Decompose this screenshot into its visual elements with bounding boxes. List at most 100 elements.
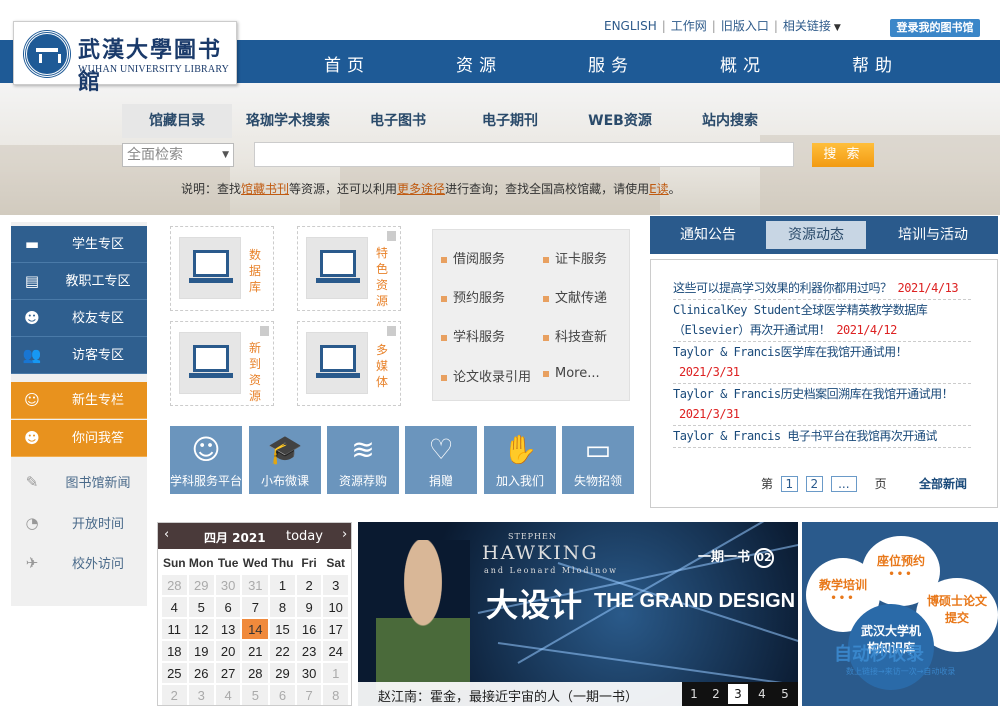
calendar-day[interactable]: 17: [323, 619, 348, 639]
news-item[interactable]: Taylor & Francis历史档案回溯库在我馆开通试用！ 2021/3/31: [673, 384, 971, 426]
calendar-day[interactable]: 28: [242, 663, 269, 683]
calendar-day-today[interactable]: 14: [242, 619, 269, 639]
calendar-day[interactable]: 26: [188, 663, 214, 683]
calendar-day[interactable]: 16: [296, 619, 322, 639]
nav-help[interactable]: 帮助: [852, 51, 898, 76]
calendar-day[interactable]: 8: [270, 597, 295, 617]
sidebar-item-library-news[interactable]: ✎ 图书馆新闻: [11, 464, 147, 504]
news-item[interactable]: Taylor & Francis 电子书平台在我馆再次开通试: [673, 426, 971, 448]
calendar-day[interactable]: 24: [323, 641, 348, 661]
quick-subject-platform[interactable]: ☺ 学科服务平台: [170, 426, 242, 494]
resource-multimedia[interactable]: 多媒体: [297, 321, 401, 406]
nav-services[interactable]: 服务: [588, 51, 634, 76]
news-item[interactable]: 这些可以提高学习效果的利器你都用过吗？ 2021/4/13: [673, 278, 971, 300]
search-input[interactable]: [254, 142, 794, 167]
search-button[interactable]: 搜 索: [812, 143, 874, 167]
library-logo[interactable]: 武漢大學圖书館 WUHAN UNIVERSITY LIBRARY: [13, 21, 237, 95]
calendar-day[interactable]: 13: [215, 619, 241, 639]
calendar-day[interactable]: 21: [242, 641, 269, 661]
sidebar-item-offcampus[interactable]: ✈ 校外访问: [11, 545, 147, 585]
tab-training[interactable]: 培训与活动: [874, 221, 992, 249]
tab-luojia-search[interactable]: 珞珈学术搜索: [234, 104, 342, 138]
sidebar-item-alumni[interactable]: ☻ 校友专区: [11, 300, 147, 337]
resource-special[interactable]: 特色资源: [297, 226, 401, 311]
calendar-day[interactable]: 9: [296, 597, 322, 617]
calendar-day[interactable]: 3: [323, 575, 348, 595]
slide-dot[interactable]: 2: [706, 684, 726, 704]
calendar-day[interactable]: 29: [270, 663, 295, 683]
link-old-version[interactable]: 旧版入口: [721, 19, 769, 33]
service-document-delivery[interactable]: 文献传递: [543, 287, 607, 306]
calendar-day[interactable]: 2: [296, 575, 322, 595]
news-title[interactable]: Taylor & Francis医学库在我馆开通试用！: [673, 345, 908, 359]
calendar-day[interactable]: 5: [188, 597, 214, 617]
news-item[interactable]: ClinicalKey Student全球医学精英教学数据库（Elsevier）…: [673, 300, 971, 342]
tab-ejournals[interactable]: 电子期刊: [462, 104, 558, 138]
calendar-day[interactable]: 15: [270, 619, 295, 639]
news-title[interactable]: Taylor & Francis历史档案回溯库在我馆开通试用！: [673, 387, 954, 401]
link-related[interactable]: 相关链接: [783, 19, 831, 33]
sidebar-item-visitors[interactable]: 👥 访客专区: [11, 337, 147, 374]
service-novelty-search[interactable]: 科技查新: [543, 326, 607, 345]
service-borrowing[interactable]: 借阅服务: [441, 248, 505, 267]
link-more-ways[interactable]: 更多途径: [397, 182, 445, 196]
sidebar-item-freshman[interactable]: ☺ 新生专栏: [11, 382, 147, 419]
resource-databases[interactable]: 数据库: [170, 226, 274, 311]
page-link[interactable]: 1: [780, 476, 798, 492]
next-month-icon[interactable]: ›: [342, 527, 347, 542]
quick-recommend[interactable]: ≋ 资源荐购: [327, 426, 399, 494]
sidebar-item-students[interactable]: ▬ 学生专区: [11, 226, 147, 263]
chevron-down-icon[interactable]: ▼: [834, 23, 841, 33]
banner-caption[interactable]: 赵江南：霍金，最接近宇宙的人（一期一书）: [378, 686, 638, 705]
nav-resources[interactable]: 资源: [456, 51, 502, 76]
slide-dot[interactable]: 1: [684, 684, 704, 704]
slide-dot[interactable]: 4: [752, 684, 772, 704]
calendar-day[interactable]: 18: [162, 641, 187, 661]
resource-new-arrivals[interactable]: 新到资源: [170, 321, 274, 406]
nav-about[interactable]: 概况: [720, 51, 766, 76]
tab-notices[interactable]: 通知公告: [658, 221, 758, 249]
quick-donate[interactable]: ♡ 捐赠: [405, 426, 477, 494]
calendar-day[interactable]: 22: [270, 641, 295, 661]
slide-dot-active[interactable]: 3: [728, 684, 748, 704]
news-title[interactable]: 这些可以提高学习效果的利器你都用过吗？: [673, 281, 892, 295]
calendar-day[interactable]: 1: [323, 663, 348, 683]
calendar-day[interactable]: 7: [242, 597, 269, 617]
calendar-day[interactable]: 10: [323, 597, 348, 617]
calendar-day[interactable]: 7: [296, 685, 322, 705]
nav-home[interactable]: 首页: [324, 51, 370, 76]
calendar-day[interactable]: 30: [215, 575, 241, 595]
service-reservation[interactable]: 预约服务: [441, 287, 505, 306]
tab-ebooks[interactable]: 电子图书: [350, 104, 446, 138]
calendar-day[interactable]: 23: [296, 641, 322, 661]
calendar-day[interactable]: 25: [162, 663, 187, 683]
news-item[interactable]: Taylor & Francis医学库在我馆开通试用！ 2021/3/31: [673, 342, 971, 384]
tab-site-search[interactable]: 站内搜索: [682, 104, 778, 138]
calendar-day[interactable]: 6: [270, 685, 295, 705]
calendar-day[interactable]: 27: [215, 663, 241, 683]
calendar-day[interactable]: 4: [215, 685, 241, 705]
all-news-link[interactable]: 全部新闻: [919, 475, 967, 492]
tab-resource-news[interactable]: 资源动态: [766, 221, 866, 249]
calendar-day[interactable]: 11: [162, 619, 187, 639]
quick-micro-course[interactable]: 🎓 小布微课: [249, 426, 321, 494]
link-catalog-items[interactable]: 馆藏书刊: [241, 182, 289, 196]
today-button[interactable]: today: [286, 529, 323, 544]
calendar-day[interactable]: 30: [296, 663, 322, 683]
link-staff-net[interactable]: 工作网: [671, 19, 707, 33]
quick-join-us[interactable]: ✋ 加入我们: [484, 426, 556, 494]
my-library-button[interactable]: 登录我的图书馆: [890, 19, 980, 37]
calendar-day[interactable]: 28: [162, 575, 187, 595]
calendar-day[interactable]: 4: [162, 597, 187, 617]
tab-catalog[interactable]: 馆藏目录: [122, 104, 232, 138]
calendar-day[interactable]: 8: [323, 685, 348, 705]
page-link[interactable]: 2: [805, 476, 823, 492]
search-type-select[interactable]: 全面检索 ▼: [122, 143, 234, 167]
slide-dot[interactable]: 5: [775, 684, 795, 704]
tab-web-resources[interactable]: WEB资源: [572, 104, 668, 138]
calendar-day[interactable]: 1: [270, 575, 295, 595]
calendar-day[interactable]: 6: [215, 597, 241, 617]
calendar-day[interactable]: 19: [188, 641, 214, 661]
page-link[interactable]: ...: [830, 476, 857, 492]
calendar-day[interactable]: 31: [242, 575, 269, 595]
